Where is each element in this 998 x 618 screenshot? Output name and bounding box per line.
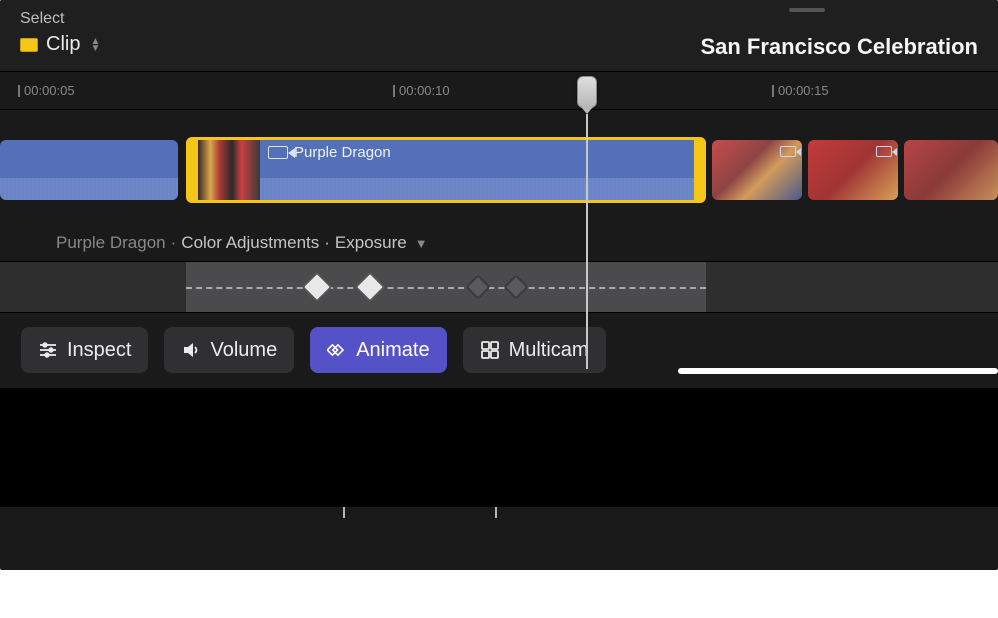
volume-button[interactable]: Volume [164, 327, 294, 373]
clip-name: Purple Dragon [294, 144, 391, 161]
breadcrumb-param: Exposure [335, 233, 407, 253]
timeline-ruler[interactable]: 00:00:05 00:00:10 00:00:15 [0, 72, 998, 110]
select-label: Select [20, 10, 100, 28]
keyframe-section: Purple Dragon · Color Adjustments · Expo… [0, 215, 998, 313]
drag-handle-icon[interactable] [789, 8, 825, 12]
video-icon [780, 146, 796, 157]
clips-row: Purple Dragon [0, 140, 998, 215]
chevron-down-icon[interactable]: ▼ [415, 236, 428, 251]
ruler-tick: 00:00:05 [18, 83, 75, 98]
clip-icon [20, 38, 38, 52]
timeline-clip[interactable] [904, 140, 998, 200]
playhead-knob-icon[interactable] [577, 76, 597, 108]
timeline-clip[interactable] [808, 140, 898, 200]
breadcrumb-clip: Purple Dragon [56, 233, 166, 253]
header: Select Clip ▲▼ San Francisco Celebration [0, 0, 998, 72]
clip-thumbnail [198, 140, 260, 200]
video-icon [268, 146, 288, 159]
grid-icon [480, 340, 500, 360]
playhead[interactable] [577, 76, 597, 369]
clip-selector[interactable]: Clip ▲▼ [20, 33, 100, 56]
sliders-icon [38, 340, 58, 360]
clip-thumbnail [904, 140, 998, 200]
button-bar: Inspect Volume Animate Multicam [0, 313, 998, 389]
chevron-up-down-icon: ▲▼ [90, 38, 100, 52]
ruler-tick: 00:00:10 [393, 83, 450, 98]
keyframe-clip-region [186, 262, 706, 312]
bottom-region [0, 389, 998, 507]
clip-selector-label: Clip [46, 33, 80, 56]
keyframes-icon [327, 340, 347, 360]
breadcrumb-effect: Color Adjustments [181, 233, 319, 253]
animate-button[interactable]: Animate [310, 327, 446, 373]
project-title: San Francisco Celebration [700, 34, 978, 60]
speaker-icon [181, 340, 201, 360]
video-icon [876, 146, 892, 157]
keyframe-track[interactable] [0, 261, 998, 313]
timeline-clip[interactable] [0, 140, 178, 200]
inspect-button[interactable]: Inspect [21, 327, 148, 373]
zoom-slider[interactable] [678, 368, 998, 374]
timeline-clip-selected[interactable]: Purple Dragon [186, 137, 706, 203]
ruler-tick: 00:00:15 [772, 83, 829, 98]
timeline-clip[interactable] [712, 140, 802, 200]
app-container: Select Clip ▲▼ San Francisco Celebration… [0, 0, 998, 570]
breadcrumb[interactable]: Purple Dragon · Color Adjustments · Expo… [0, 233, 998, 253]
